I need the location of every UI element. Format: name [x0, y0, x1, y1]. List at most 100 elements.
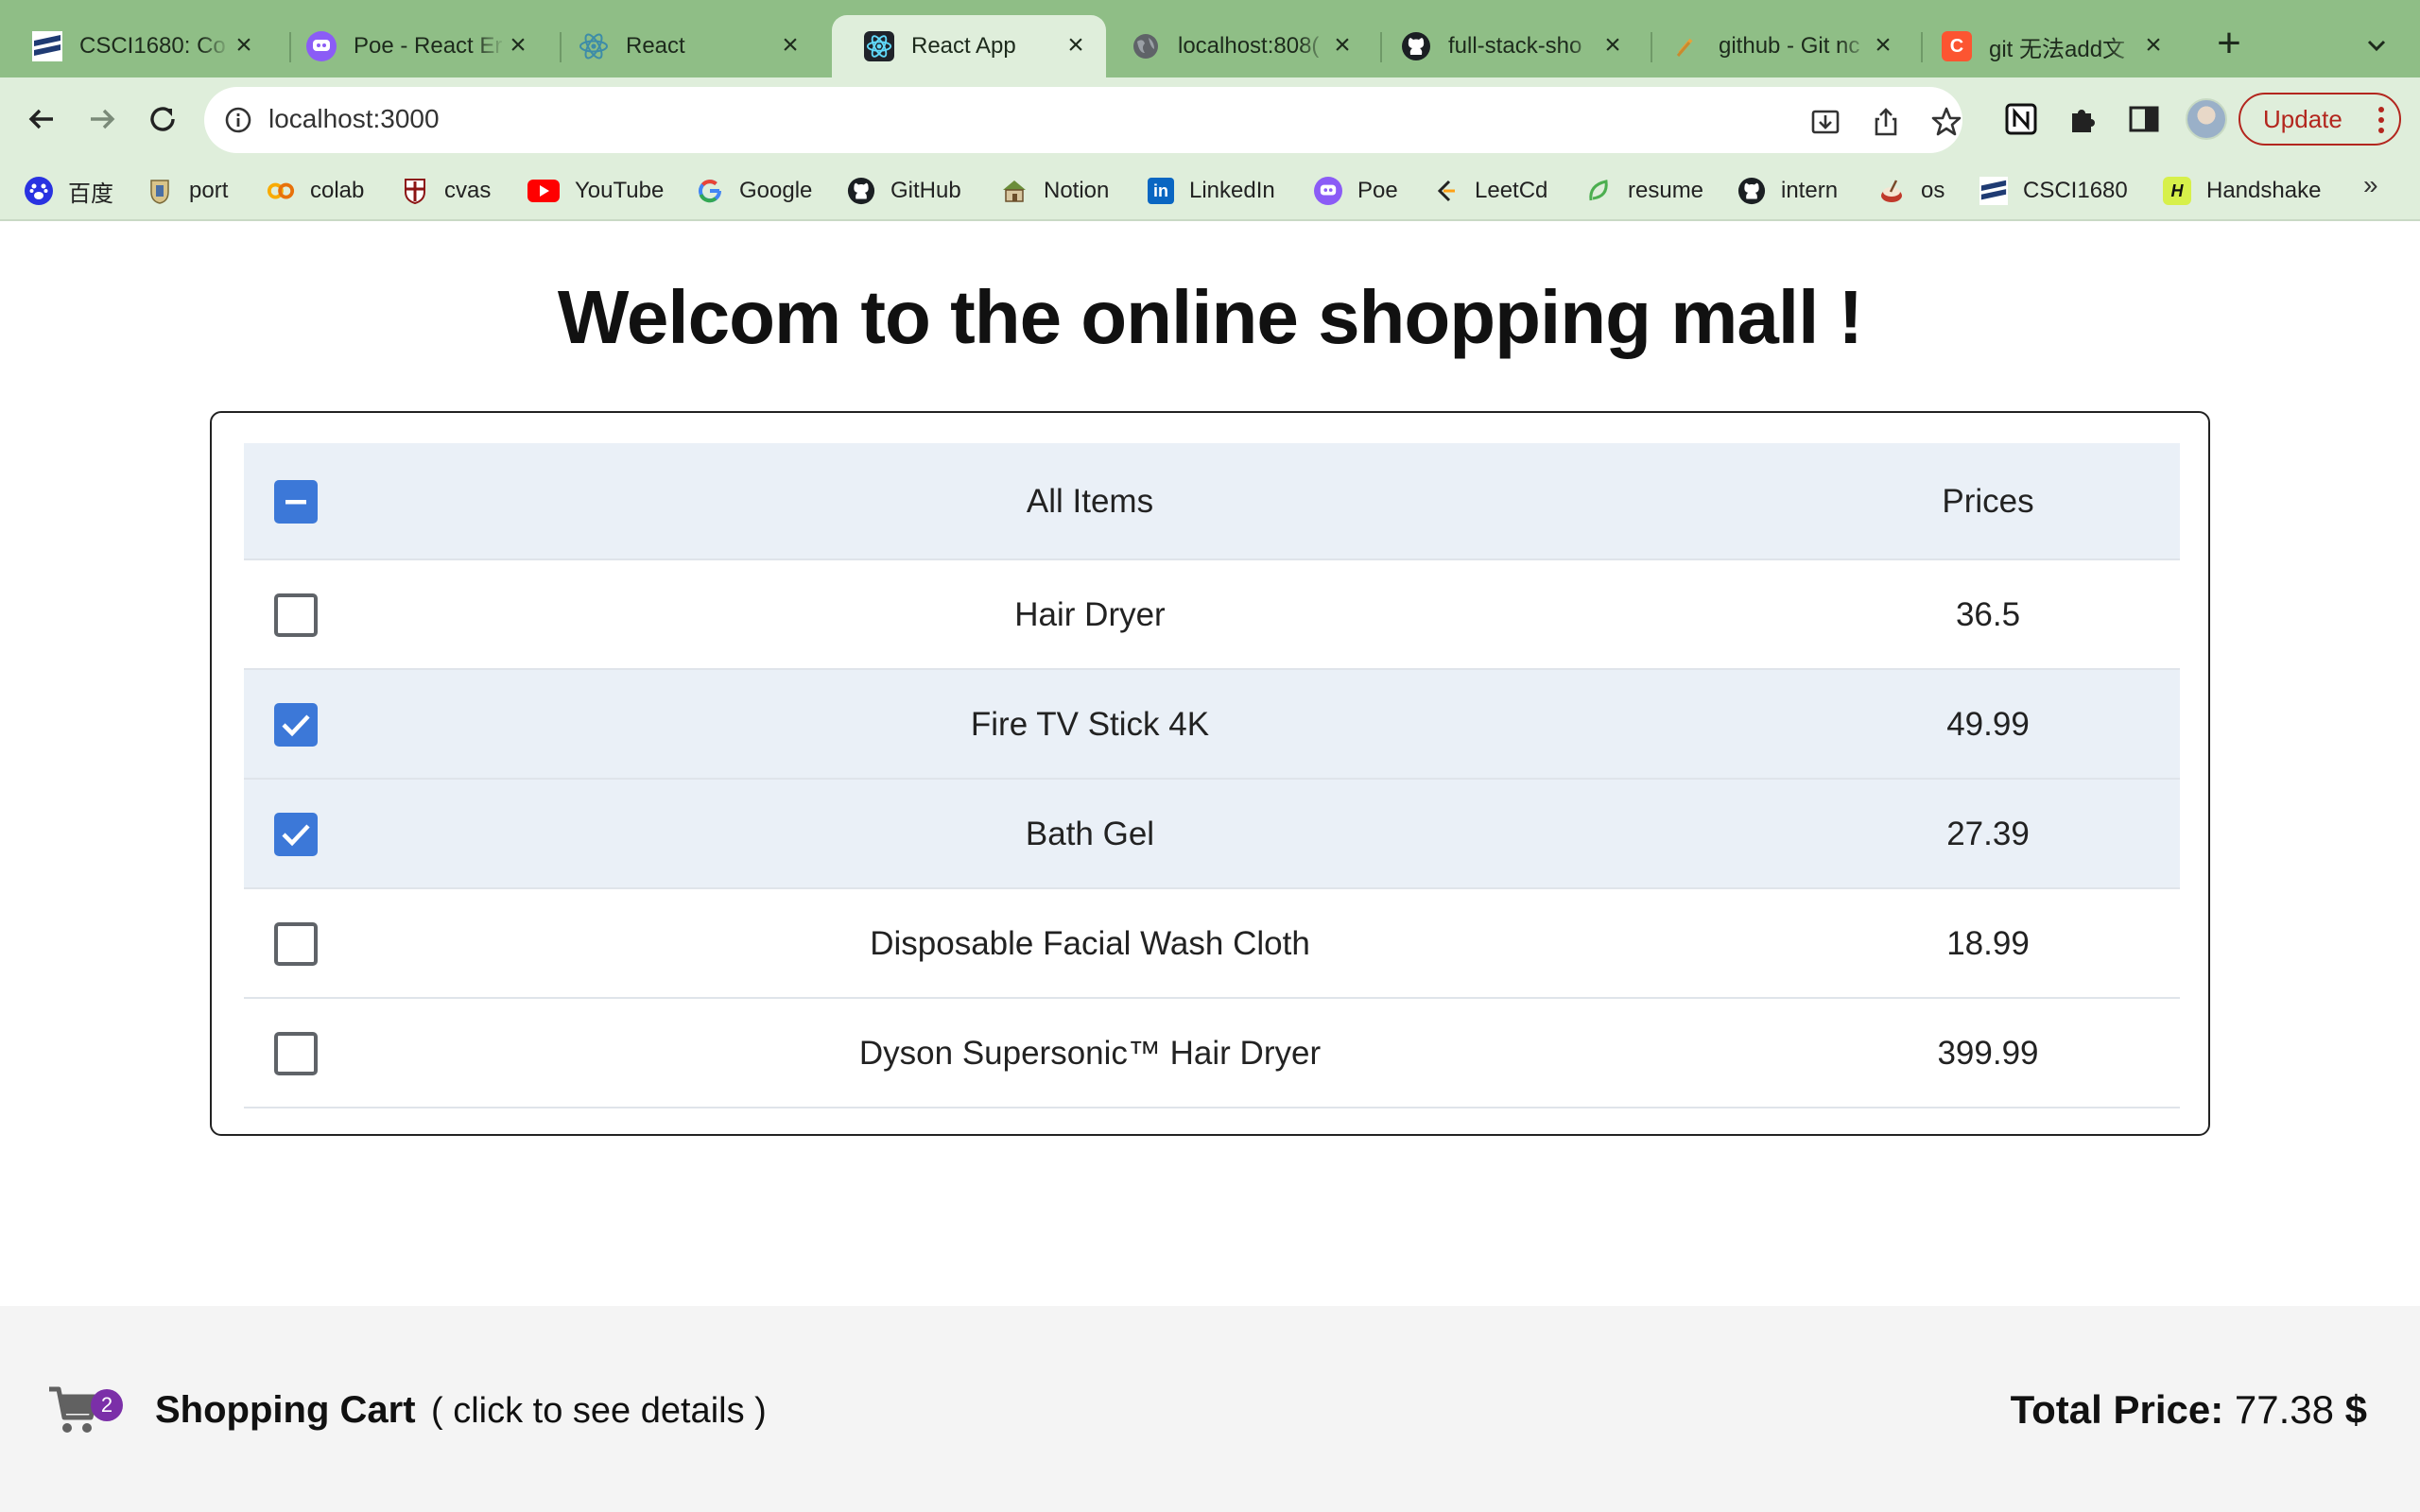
bookmark-label: cvas	[444, 178, 492, 203]
tab-react-app[interactable]: React App ×	[832, 15, 1106, 77]
bookmark-colab[interactable]: colab	[267, 174, 364, 208]
bookmark-youtube[interactable]: YouTube	[527, 174, 664, 208]
item-name: Dyson Supersonic™ Hair Dryer	[858, 1035, 1322, 1072]
update-label: Update	[2263, 104, 2342, 133]
bookmark-csci1680[interactable]: CSCI1680	[1979, 174, 2128, 208]
tab-csci1680[interactable]: CSCI1680: Co ×	[0, 15, 274, 77]
item-price: 49.99	[1946, 706, 2030, 743]
reload-button[interactable]	[140, 96, 185, 142]
colab-icon	[267, 177, 295, 205]
item-name: Bath Gel	[1025, 816, 1155, 852]
bookmark-github[interactable]: GitHub	[847, 174, 961, 208]
share-icon[interactable]	[1870, 106, 1902, 138]
row-checkbox[interactable]	[274, 593, 318, 637]
table-row[interactable]: Hair Dryer 36.5	[244, 560, 2180, 670]
bookmark-resume[interactable]: resume	[1584, 174, 1703, 208]
row-checkbox[interactable]	[274, 922, 318, 966]
chevron-down-icon[interactable]	[2358, 26, 2395, 64]
forward-button[interactable]	[79, 96, 125, 142]
react-icon	[579, 31, 609, 61]
bookmarks-overflow-button[interactable]: »	[2363, 170, 2378, 200]
bookmark-label: resume	[1628, 178, 1704, 203]
bookmark-intern[interactable]: intern	[1737, 174, 1838, 208]
close-icon[interactable]: ×	[231, 31, 257, 60]
bookmark-handshake[interactable]: H Handshake	[2163, 174, 2321, 208]
baidu-icon	[25, 177, 53, 205]
bookmark-poe[interactable]: Poe	[1314, 174, 1398, 208]
close-icon[interactable]: ×	[1329, 31, 1356, 60]
table-row[interactable]: Fire TV Stick 4K 49.99	[244, 670, 2180, 780]
row-checkbox[interactable]	[274, 813, 318, 856]
shopping-cart-label[interactable]: Shopping Cart	[155, 1389, 416, 1432]
tab-title: React	[626, 33, 685, 59]
close-icon[interactable]: ×	[2140, 31, 2167, 60]
react-icon	[864, 31, 894, 61]
reload-icon	[150, 107, 175, 131]
browser-toolbar: localhost:3000	[0, 77, 2420, 161]
tab-react[interactable]: React ×	[546, 15, 821, 77]
tab-csdn[interactable]: C git 无法add文 ×	[1910, 15, 2184, 77]
bookmark-label: port	[189, 178, 229, 203]
column-header-items: All Items	[1026, 483, 1154, 520]
bookmark-label: Google	[739, 178, 813, 203]
row-checkbox[interactable]	[274, 703, 318, 747]
close-icon[interactable]: ×	[1870, 31, 1896, 60]
tab-title: localhost:808(	[1178, 33, 1320, 59]
profile-avatar[interactable]	[2186, 98, 2227, 140]
arrow-left-icon	[28, 109, 53, 129]
tab-strip: CSCI1680: Co × Poe - React Er × React × …	[0, 0, 2420, 77]
bookmark-baidu[interactable]: 百度	[25, 174, 113, 208]
select-all-checkbox[interactable]	[274, 480, 318, 524]
close-icon[interactable]: ×	[1599, 31, 1626, 60]
tab-stackoverflow[interactable]: github - Git nc ×	[1639, 15, 1913, 77]
github-icon	[847, 177, 875, 205]
bookmark-linkedin[interactable]: in LinkedIn	[1148, 174, 1275, 208]
checkmark-icon	[282, 824, 310, 847]
cart-details-link[interactable]: ( click to see details )	[431, 1391, 767, 1432]
extensions-puzzle-icon[interactable]	[2066, 102, 2100, 136]
tab-full-stack-shop[interactable]: full-stack-sho ×	[1369, 15, 1643, 77]
side-panel-icon[interactable]	[2127, 102, 2161, 136]
bookmark-os[interactable]: os	[1877, 174, 1945, 208]
tab-localhost-8080[interactable]: localhost:808( ×	[1098, 15, 1373, 77]
table-row[interactable]: Disposable Facial Wash Cloth 18.99	[244, 889, 2180, 999]
table-header: All Items Prices	[244, 443, 2180, 560]
install-app-icon[interactable]	[1809, 106, 1841, 138]
update-button[interactable]: Update	[2238, 93, 2401, 146]
new-tab-button[interactable]: +	[2206, 23, 2252, 68]
item-name: Fire TV Stick 4K	[970, 706, 1210, 743]
bookmark-google[interactable]: Google	[696, 174, 812, 208]
currency-unit: $	[2344, 1387, 2367, 1432]
url-text[interactable]: localhost:3000	[268, 104, 440, 134]
bookmark-star-icon[interactable]	[1930, 106, 1962, 138]
total-price-value: 77.38	[2234, 1387, 2334, 1432]
minus-icon	[285, 500, 306, 505]
table-row[interactable]: Bath Gel 27.39	[244, 780, 2180, 889]
address-bar[interactable]: localhost:3000	[204, 87, 1962, 153]
close-icon[interactable]: ×	[1063, 31, 1089, 60]
row-checkbox[interactable]	[274, 1032, 318, 1075]
table-row[interactable]: Dyson Supersonic™ Hair Dryer 399.99	[244, 999, 2180, 1108]
cart-footer: 2 Shopping Cart ( click to see details )…	[0, 1306, 2420, 1512]
bookmark-notion[interactable]: Notion	[1000, 174, 1109, 208]
tab-poe[interactable]: Poe - React Er ×	[274, 15, 548, 77]
site-info-icon[interactable]	[223, 105, 253, 135]
notion-extension-icon[interactable]	[2004, 102, 2038, 136]
bookmark-port[interactable]: port	[146, 174, 228, 208]
bookmark-cvas[interactable]: cvas	[401, 174, 491, 208]
total-price: Total Price: 77.38 $	[2011, 1387, 2367, 1433]
bookmark-label: colab	[310, 178, 365, 203]
tab-title: CSCI1680: Co	[79, 33, 226, 59]
page-title: Welcom to the online shopping mall !	[557, 275, 1863, 359]
bookmark-leetcode[interactable]: LeetCd	[1431, 174, 1547, 208]
bookmark-label: Notion	[1044, 178, 1110, 203]
close-icon[interactable]: ×	[777, 31, 804, 60]
back-button[interactable]	[19, 96, 64, 142]
cart-count-badge: 2	[91, 1389, 123, 1421]
bookmark-label: intern	[1781, 178, 1839, 203]
tab-title: full-stack-sho	[1448, 33, 1582, 59]
poe-icon	[306, 31, 337, 61]
close-icon[interactable]: ×	[505, 31, 531, 60]
tab-title: React App	[911, 33, 1016, 59]
item-price: 18.99	[1946, 925, 2030, 962]
